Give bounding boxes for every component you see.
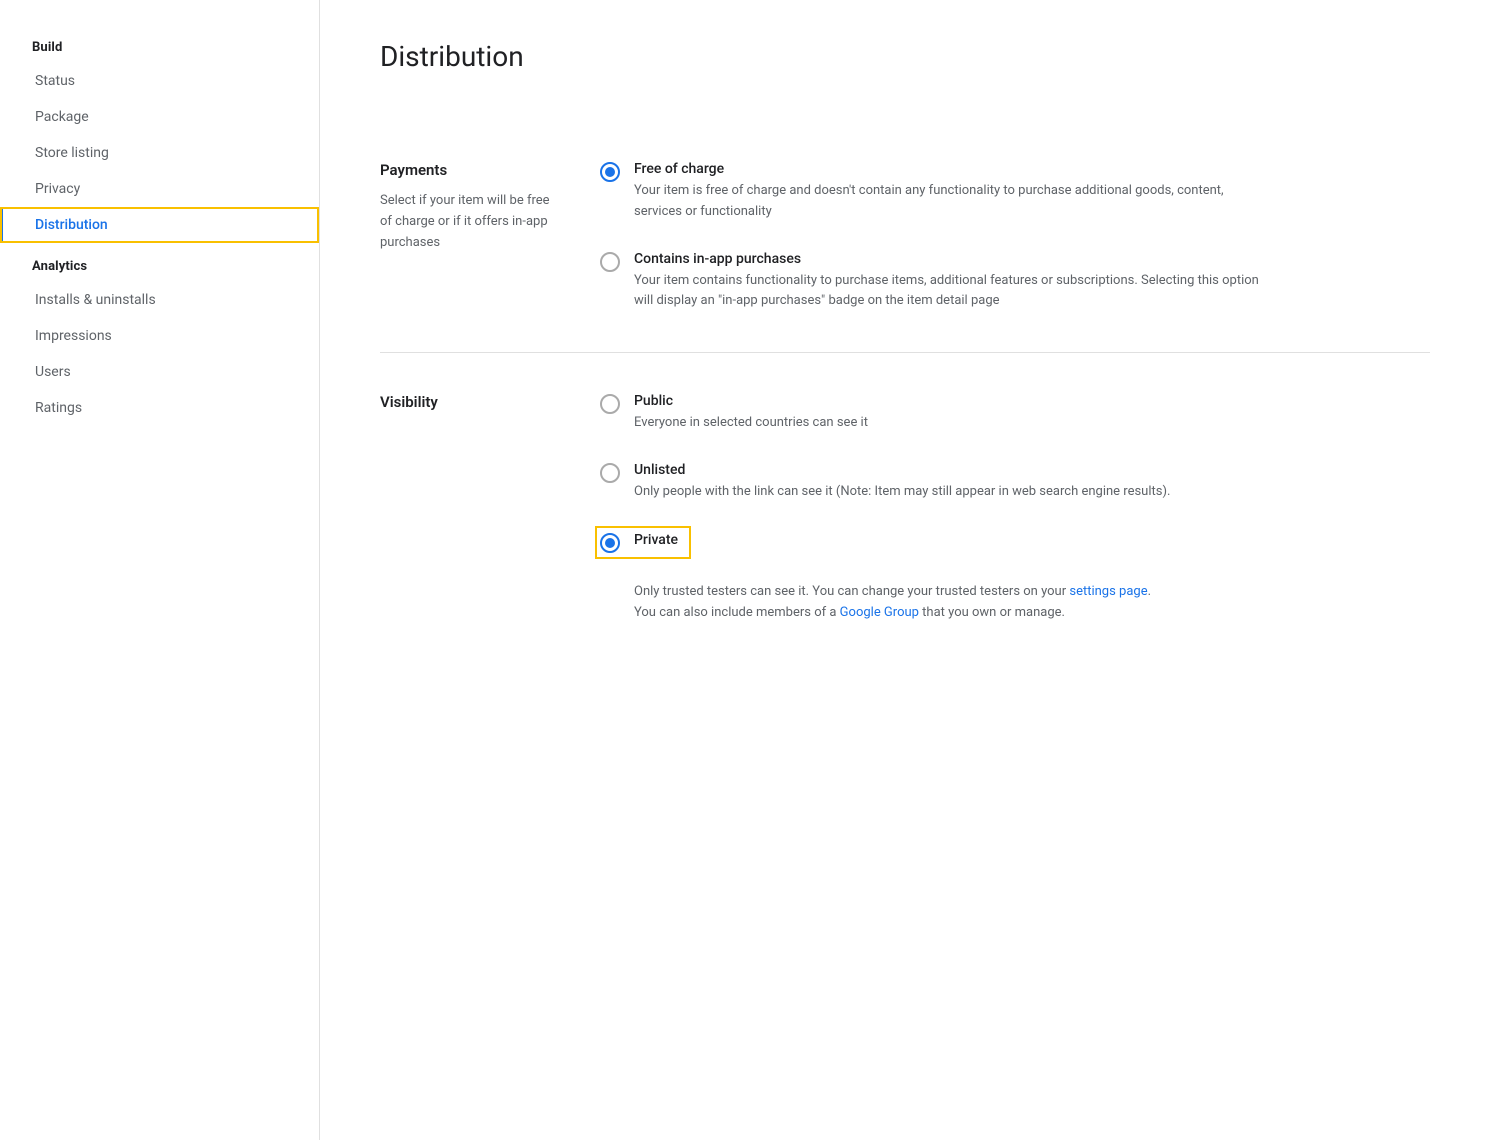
public-radio[interactable] [600,394,620,414]
payments-options: Free of charge Your item is free of char… [600,161,1430,312]
private-description-block: Only trusted testers can see it. You can… [634,582,1430,624]
in-app-purchases-radio[interactable] [600,252,620,272]
free-of-charge-option[interactable]: Free of charge Your item is free of char… [600,161,1430,223]
public-option[interactable]: Public Everyone in selected countries ca… [600,393,1430,434]
sidebar-item-package[interactable]: Package [0,99,319,135]
in-app-purchases-content: Contains in-app purchases Your item cont… [634,251,1274,313]
sidebar-item-installs-uninstalls[interactable]: Installs & uninstalls [0,282,319,318]
sidebar-item-ratings[interactable]: Ratings [0,390,319,426]
private-radio[interactable] [600,533,620,553]
payments-title: Payments [380,161,560,179]
page-title: Distribution [380,40,1430,73]
main-content: Distribution Payments Select if your ite… [320,0,1490,1140]
unlisted-desc: Only people with the link can see it (No… [634,482,1170,503]
sidebar-item-impressions[interactable]: Impressions [0,318,319,354]
private-desc: Only trusted testers can see it. You can… [634,582,1274,624]
unlisted-radio[interactable] [600,463,620,483]
payments-description: Select if your item will be free of char… [380,191,560,253]
free-of-charge-radio[interactable] [600,162,620,182]
private-highlighted-row: Private [600,531,686,554]
sidebar-analytics-section: Analytics [0,243,319,282]
unlisted-option[interactable]: Unlisted Only people with the link can s… [600,462,1430,503]
visibility-label-col: Visibility [380,393,600,623]
free-of-charge-title: Free of charge [634,161,1274,177]
unlisted-content: Unlisted Only people with the link can s… [634,462,1170,503]
free-of-charge-content: Free of charge Your item is free of char… [634,161,1274,223]
private-option[interactable]: Private [600,531,1430,554]
visibility-title: Visibility [380,393,560,411]
payments-label-col: Payments Select if your item will be fre… [380,161,600,312]
sidebar-item-users[interactable]: Users [0,354,319,390]
visibility-section: Visibility Public Everyone in selected c… [380,353,1430,663]
sidebar-item-distribution[interactable]: Distribution [0,207,319,243]
free-of-charge-desc: Your item is free of charge and doesn't … [634,181,1274,223]
sidebar-item-status[interactable]: Status [0,63,319,99]
private-desc-suffix: that you own or manage. [919,605,1065,620]
private-title: Private [634,532,678,548]
sidebar: Build Status Package Store listing Priva… [0,0,320,1140]
sidebar-item-store-listing[interactable]: Store listing [0,135,319,171]
google-group-link[interactable]: Google Group [840,605,919,620]
in-app-purchases-option[interactable]: Contains in-app purchases Your item cont… [600,251,1430,313]
public-desc: Everyone in selected countries can see i… [634,413,868,434]
private-desc-prefix: Only trusted testers can see it. You can… [634,584,1069,599]
public-title: Public [634,393,868,409]
sidebar-item-privacy[interactable]: Privacy [0,171,319,207]
visibility-options: Public Everyone in selected countries ca… [600,393,1430,623]
unlisted-title: Unlisted [634,462,1170,478]
sidebar-build-section: Build [0,24,319,63]
settings-page-link[interactable]: settings page [1069,584,1147,599]
public-content: Public Everyone in selected countries ca… [634,393,868,434]
in-app-purchases-desc: Your item contains functionality to purc… [634,271,1274,313]
in-app-purchases-title: Contains in-app purchases [634,251,1274,267]
payments-section: Payments Select if your item will be fre… [380,121,1430,353]
